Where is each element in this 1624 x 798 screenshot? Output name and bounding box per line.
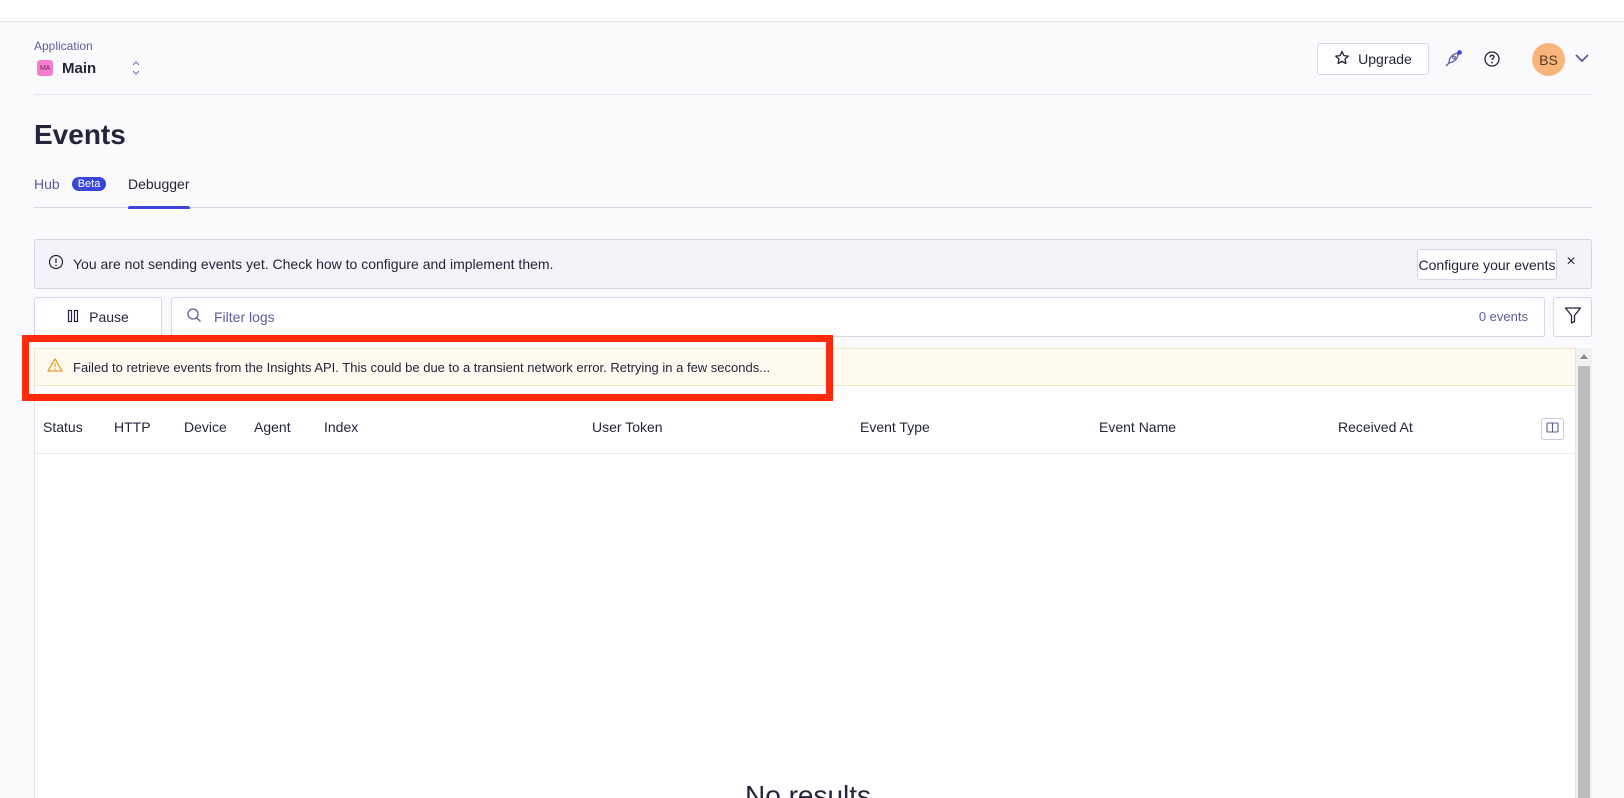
column-header-device[interactable]: Device xyxy=(184,419,227,435)
tab-hub[interactable]: Hub Beta xyxy=(34,176,107,192)
events-table xyxy=(34,348,1576,798)
search-icon xyxy=(186,307,202,328)
top-strip xyxy=(0,0,1624,22)
scrollbar-thumb[interactable] xyxy=(1578,366,1590,798)
scrollbar[interactable] xyxy=(1576,348,1592,798)
application-selector[interactable]: MA Main xyxy=(37,59,141,77)
warning-icon xyxy=(47,357,63,378)
close-icon[interactable]: × xyxy=(1561,252,1581,272)
tab-hub-label: Hub xyxy=(34,176,60,192)
header-divider xyxy=(34,94,1592,95)
event-count: 0 events xyxy=(1478,309,1528,324)
column-header-status[interactable]: Status xyxy=(43,419,83,435)
page-title: Events xyxy=(34,119,126,150)
configure-events-button[interactable]: Configure your events xyxy=(1417,249,1557,280)
column-header-event-name[interactable]: Event Name xyxy=(1099,419,1176,435)
pause-label: Pause xyxy=(89,309,129,325)
column-settings-button[interactable] xyxy=(1541,418,1564,440)
chevron-up-down-icon xyxy=(131,59,141,77)
info-banner: You are not sending events yet. Check ho… xyxy=(34,239,1592,289)
pause-button[interactable]: Pause xyxy=(34,297,162,337)
rocket-icon[interactable] xyxy=(1441,47,1465,71)
beta-badge: Beta xyxy=(71,177,107,191)
app-badge: MA xyxy=(37,60,53,76)
tab-bar: Hub Beta Debugger xyxy=(34,172,1592,209)
filter-button[interactable] xyxy=(1553,297,1592,337)
filter-logs-box: 0 events xyxy=(171,297,1545,337)
column-header-event-type[interactable]: Event Type xyxy=(860,419,930,435)
column-header-index[interactable]: Index xyxy=(324,419,358,435)
app-name: Main xyxy=(62,59,97,77)
chevron-down-icon[interactable] xyxy=(1572,48,1592,68)
warning-banner: Failed to retrieve events from the Insig… xyxy=(34,348,1576,386)
filter-icon xyxy=(1563,305,1583,330)
upgrade-label: Upgrade xyxy=(1358,51,1412,67)
avatar[interactable]: BS xyxy=(1532,43,1565,76)
table-header-divider xyxy=(34,453,1576,454)
info-icon xyxy=(48,254,64,275)
pause-icon xyxy=(67,309,79,326)
scroll-up-arrow-icon[interactable] xyxy=(1576,348,1592,364)
warning-text: Failed to retrieve events from the Insig… xyxy=(73,359,771,375)
application-label: Application xyxy=(34,39,93,53)
star-icon xyxy=(1334,50,1350,69)
tab-debugger[interactable]: Debugger xyxy=(128,176,190,209)
empty-state-text: No results xyxy=(745,780,872,798)
info-banner-text: You are not sending events yet. Check ho… xyxy=(73,256,554,272)
help-icon[interactable] xyxy=(1480,47,1504,71)
columns-icon xyxy=(1546,420,1559,438)
upgrade-button[interactable]: Upgrade xyxy=(1317,43,1429,75)
filter-logs-input[interactable] xyxy=(214,309,1414,325)
column-header-agent[interactable]: Agent xyxy=(254,419,291,435)
column-header-http[interactable]: HTTP xyxy=(114,419,151,435)
column-header-received-at[interactable]: Received At xyxy=(1338,419,1413,435)
column-header-user-token[interactable]: User Token xyxy=(592,419,663,435)
